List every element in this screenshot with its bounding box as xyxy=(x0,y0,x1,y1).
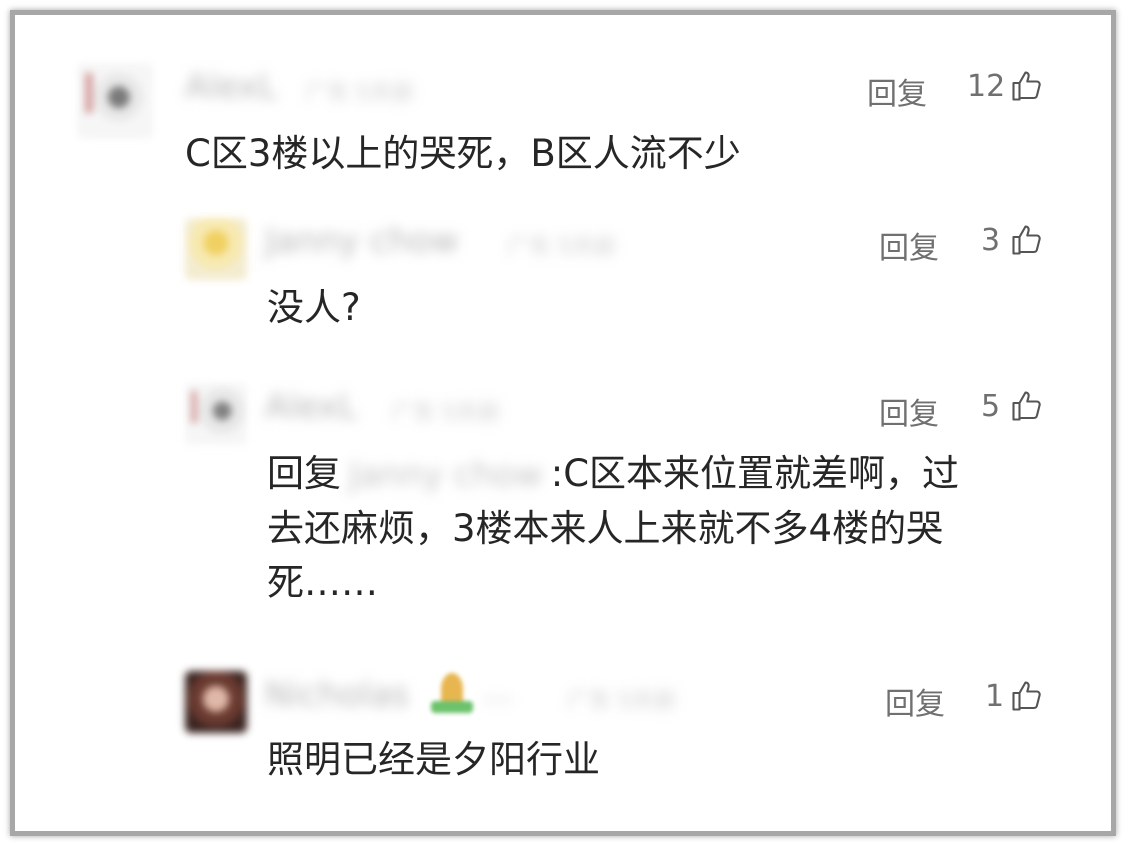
reply-button[interactable]: 回复 xyxy=(885,679,945,723)
comment-text: 没人? xyxy=(267,286,361,329)
comment-meta: 广东 5天前 xyxy=(305,81,414,106)
username[interactable]: Janny chow xyxy=(265,221,459,261)
reply-button[interactable]: 回复 xyxy=(879,223,939,267)
like-count: 3 xyxy=(981,223,1001,258)
screenshot-frame: AlexL 广东 5天前 回复 12 C区3楼以上的哭死，B区人流不少 Jann… xyxy=(10,10,1116,836)
like-count: 12 xyxy=(967,69,1006,104)
comment-meta: 广东 5天前 xyxy=(507,235,616,260)
comment-text-line: 去还麻烦，3楼本来人上来就不多4楼的哭 xyxy=(267,507,944,550)
praying-hands-icon xyxy=(431,671,475,715)
reply-button[interactable]: 回复 xyxy=(879,389,939,433)
like-count: 5 xyxy=(981,389,1001,424)
comment-meta: 广东 5天前 xyxy=(391,401,500,426)
thumbs-up-icon[interactable] xyxy=(1009,222,1045,258)
comment-text: 照明已经是夕阳行业 xyxy=(267,738,600,781)
avatar[interactable] xyxy=(185,218,247,280)
thumbs-up-icon[interactable] xyxy=(1009,388,1045,424)
thumbs-up-icon[interactable] xyxy=(1009,68,1045,104)
username[interactable]: Nicholas xyxy=(265,675,409,715)
comment-text-line: :C区本来位置就差啊，过 xyxy=(550,452,960,495)
mention-link[interactable]: Janny chow xyxy=(349,448,543,502)
avatar[interactable] xyxy=(185,383,247,445)
comment-text-line: 死…… xyxy=(267,561,378,604)
like-count: 1 xyxy=(985,679,1005,714)
avatar[interactable] xyxy=(77,63,153,139)
avatar[interactable] xyxy=(185,671,247,733)
username[interactable]: AlexL xyxy=(185,67,277,107)
comment-text: C区3楼以上的哭死，B区人流不少 xyxy=(185,132,741,175)
thumbs-up-icon[interactable] xyxy=(1009,678,1045,714)
comment-text: 回复 Janny chow:C区本来位置就差啊，过 去还麻烦，3楼本来人上来就不多… xyxy=(267,447,1067,610)
reply-prefix: 回复 xyxy=(267,452,341,495)
comment-meta: 广东 5天前 xyxy=(567,689,676,714)
reply-button[interactable]: 回复 xyxy=(867,69,927,113)
username[interactable]: AlexL xyxy=(265,387,357,427)
username-suffix: … xyxy=(483,675,513,710)
